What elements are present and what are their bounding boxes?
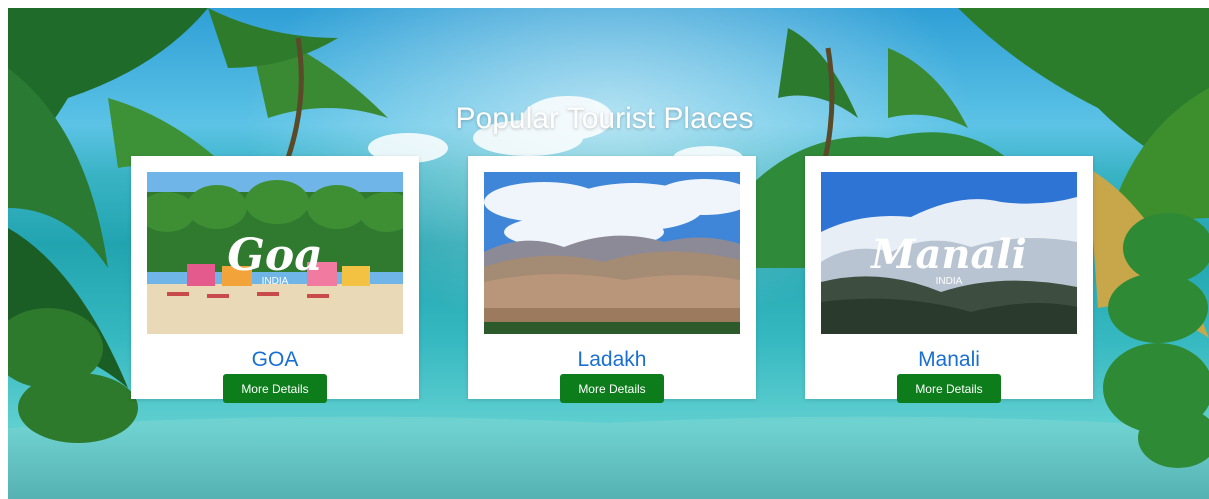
place-name-goa: GOA [251,348,299,371]
goa-image-script: Goa [227,230,322,281]
ladakh-image [484,172,740,334]
place-card-goa: Goa INDIA GOA More Details [131,156,419,403]
place-name-manali: Manali [918,348,980,371]
manali-image-caption: INDIA [936,276,963,287]
goa-image: Goa INDIA [147,172,403,334]
page-title: Popular Tourist Places [455,102,754,135]
manali-more-details-button[interactable]: More Details [897,374,1001,403]
ladakh-more-details-button[interactable]: More Details [560,374,664,403]
place-card-ladakh: Ladakh More Details [468,156,756,403]
place-name-ladakh: Ladakh [577,348,647,371]
manali-image-script: Manali [869,231,1027,278]
place-card-manali: Manali INDIA Manali More Details [805,156,1093,403]
goa-image-caption: INDIA [262,276,289,287]
manali-image: Manali INDIA [821,172,1077,334]
goa-more-details-button[interactable]: More Details [223,374,327,403]
